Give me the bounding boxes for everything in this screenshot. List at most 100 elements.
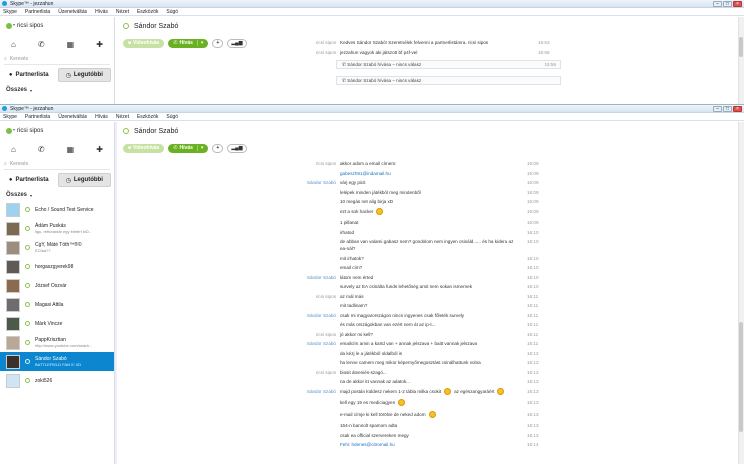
contacts-grid-icon[interactable]: ▦ [67,40,75,49]
message-row: 164-n bannolt spamom adta 16:13 [117,422,744,431]
message-text: ha lenne camem meg mikor képernyőmegoszt… [340,359,481,367]
home-icon[interactable]: ⌂ [11,40,16,49]
menu-skype[interactable]: Skype [3,114,17,120]
contact-item[interactable]: zoki526 [0,371,114,390]
menu-help[interactable]: Súgó [166,114,178,120]
sidebar: ricsi sipos ⌂ ✆ ▦ ✚ ⌕ Keresés ● Partnerl… [0,17,115,104]
tab-recent[interactable]: ◷ Legutóbbi [57,68,111,82]
close-button[interactable]: × [733,106,742,112]
home-icon[interactable]: ⌂ [11,145,16,154]
menu-view[interactable]: Nézet [116,114,129,120]
sidebar-tabs: ● Partnerlista ◷ Legutóbbi [0,170,114,190]
profile-header[interactable]: ricsi sipos [0,122,114,140]
call-quality-button[interactable]: ▂▄▆ [227,143,247,153]
contact-item[interactable]: horgaszgyerek98 [0,257,114,276]
clock-icon: ◷ [65,72,71,79]
maximize-button[interactable]: □ [723,106,732,112]
contact-item[interactable]: PappKrisztian http://www.youtube.com/wat… [0,333,114,352]
menu-skype[interactable]: Skype [3,9,17,15]
message-time: 16:09 [527,208,539,214]
menu-tools[interactable]: Eszközök [137,114,158,120]
phone-icon[interactable]: ✆ [38,40,45,49]
message-time: 16:13 [527,423,539,428]
window-controls: – □ × [713,106,742,112]
contacts-grid-icon[interactable]: ▦ [67,145,75,154]
minimize-button[interactable]: – [713,1,722,7]
menu-help[interactable]: Súgó [166,9,178,15]
contact-item[interactable]: Echo / Sound Test Service [0,200,114,219]
menu-view[interactable]: Nézet [116,9,129,15]
message-text-content: 1 pillanat [340,220,359,225]
list-filter[interactable]: Összes ▾ [0,190,114,200]
add-contact-icon[interactable]: ✚ [96,40,103,49]
message-row: ezt a sok hacker 16:09 [117,207,744,219]
search-input[interactable]: Keresés [10,56,28,62]
video-call-button[interactable]: ■ Videohívás [123,143,165,153]
message-row: Sándor Szabó emailcím amin a kartd van + … [117,340,744,349]
message-time: 16:10 [527,239,539,244]
menu-conversations[interactable]: Üzenetváltás [58,9,87,15]
call-button[interactable]: ✆ Hívás ▾ [168,143,209,153]
message-time: 16:12 [527,379,539,384]
partner-status-icon [123,23,129,29]
menu-call[interactable]: Hívás [95,9,108,15]
skype-window: Skype™ - jezzahun Skype Partnerlista Üze… [0,104,744,464]
close-button[interactable]: × [733,1,742,7]
contact-list: Echo / Sound Test Service Ádám Puskás li… [0,200,114,390]
chevron-down-icon[interactable]: ▾ [196,145,203,151]
message-text: az mál más [340,293,364,301]
person-icon: ● [8,177,13,183]
contact-item[interactable]: József Oszvár [0,276,114,295]
contact-item-selected[interactable]: Sándor Szabó BATTLEFIELD FAN !!! XD [0,352,114,371]
search-box[interactable]: ⌕ Keresés [4,158,110,170]
maximize-button[interactable]: □ [723,1,732,7]
message-time: 16:13 [527,411,539,417]
message-time: 16:11 [527,331,539,337]
menu-contacts[interactable]: Partnerlista [25,9,50,15]
window-title: Skype™ - jezzahun [10,0,54,7]
message-text[interactable]: gabeszh91@indamail.hu [340,170,391,178]
online-status-icon[interactable] [6,22,15,29]
profile-header[interactable]: ricsi sipos [0,17,114,35]
minimize-button[interactable]: – [713,106,722,112]
contact-status-icon [25,207,30,212]
call-notification: ✆ Sándor Szabó hívása – nincs válasz [336,76,561,85]
message-row: irhatod 16:10 [117,229,744,238]
search-input[interactable]: Keresés [10,161,28,167]
title-bar: Skype™ - jezzahun [0,105,744,113]
avatar [6,354,20,369]
search-icon: ⌕ [4,160,7,167]
toolbar-icons: ⌂ ✆ ▦ ✚ [0,35,114,53]
scrollbar-thumb[interactable] [739,322,743,432]
scrollbar[interactable] [738,122,744,464]
message-time: 16:14 [527,442,539,447]
message-text-content: ha lenne camem meg mikor képernyőmegoszt… [340,360,481,365]
message-text-extra: az egészangyaráért [454,388,495,394]
message-text-content: lelépek minden játékból meg mindenből [340,189,421,195]
message-text[interactable]: Fehi: hdenes@citromail.hu [340,441,395,449]
tab-contacts[interactable]: ● Partnerlista [3,68,55,82]
tab-recent[interactable]: ◷ Legutóbbi [57,173,111,187]
online-status-icon[interactable] [6,127,15,134]
add-contact-icon[interactable]: ✚ [96,145,103,154]
tab-contacts[interactable]: ● Partnerlista [3,173,55,187]
phone-icon[interactable]: ✆ [38,145,45,154]
contact-item[interactable]: Márk Vincze [0,314,114,333]
list-filter[interactable]: Összes ▾ [0,85,114,95]
message-text-content: 164-n bannolt spamom adta [340,423,398,428]
menu-conversations[interactable]: Üzenetváltás [58,114,87,120]
add-button[interactable]: + [212,143,224,153]
menu-contacts[interactable]: Partnerlista [25,114,50,120]
contact-item[interactable]: Magasi Attila [0,295,114,314]
message-time: 16:10 [527,255,539,261]
search-box[interactable]: ⌕ Keresés [4,53,110,65]
scrollbar-thumb[interactable] [739,37,743,57]
message-text: survely az EA csinálta funds lehetőség a… [340,283,472,291]
contact-item[interactable]: CgY, Máté Tóth™®© ECfaa?? [0,238,114,257]
message-text-content: és más országokban van ezért nem át az i… [340,322,436,327]
contact-item[interactable]: Ádám Puskás ligu, reftorántár egy életér… [0,219,114,238]
toolbar-icons: ⌂ ✆ ▦ ✚ [0,140,114,158]
scrollbar[interactable] [738,17,744,104]
menu-tools[interactable]: Eszközök [137,9,158,15]
menu-call[interactable]: Hívás [95,114,108,120]
